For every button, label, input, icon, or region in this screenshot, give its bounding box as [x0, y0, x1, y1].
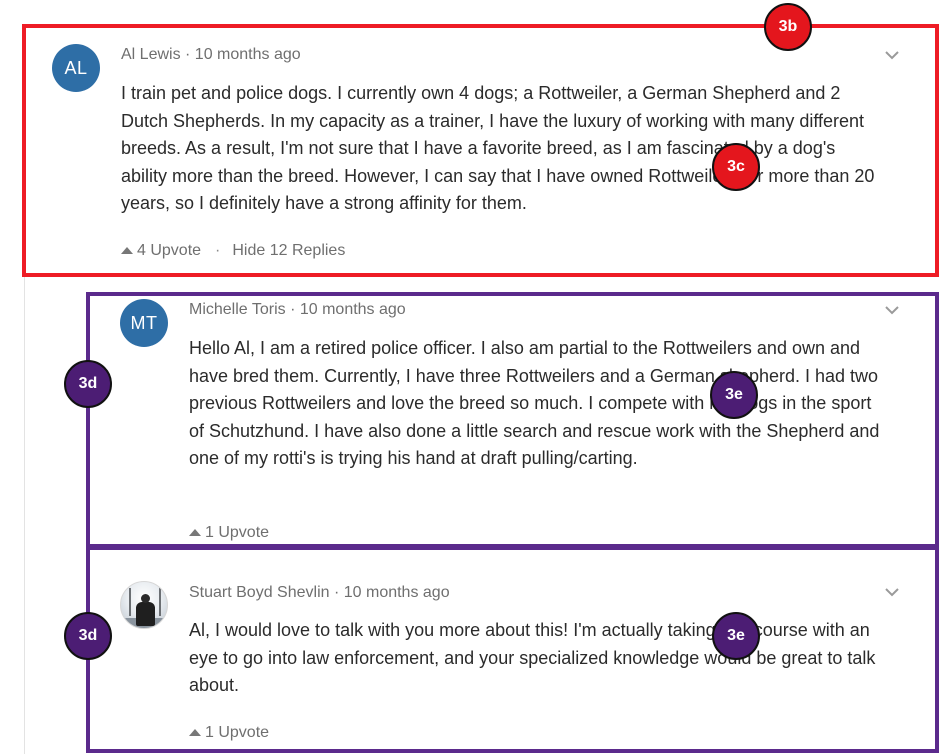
- avatar[interactable]: [120, 581, 168, 629]
- annotation-badge-3d: 3d: [64, 360, 112, 408]
- reply-thread-line: [24, 276, 25, 754]
- annotation-badge-3c: 3c: [712, 143, 760, 191]
- upvote-button[interactable]: 1 Upvote: [205, 724, 269, 742]
- annotation-badge-3b: 3b: [764, 3, 812, 51]
- action-separator: ·: [215, 242, 221, 259]
- upvote-arrow-icon[interactable]: [121, 246, 133, 254]
- annotation-badge-3e: 3e: [712, 612, 760, 660]
- comment-meta: Al Lewis · 10 months ago: [121, 46, 301, 63]
- annotation-badge-3e: 3e: [710, 371, 758, 419]
- comment-actions: 4 Upvote · Hide 12 Replies: [121, 242, 345, 260]
- upvote-button[interactable]: 4 Upvote: [137, 242, 201, 260]
- comment-meta: Michelle Toris · 10 months ago: [189, 301, 406, 318]
- chevron-down-icon[interactable]: [885, 305, 899, 315]
- avatar[interactable]: AL: [52, 44, 100, 92]
- avatar[interactable]: MT: [120, 299, 168, 347]
- hide-replies-button[interactable]: Hide 12 Replies: [232, 242, 345, 260]
- comment-body: I train pet and police dogs. I currently…: [121, 83, 875, 213]
- chevron-down-icon[interactable]: [885, 587, 899, 597]
- upvote-arrow-icon[interactable]: [189, 528, 201, 536]
- chevron-down-icon[interactable]: [885, 50, 899, 60]
- comment-body: Hello Al, I am a retired police officer.…: [189, 338, 880, 468]
- upvote-arrow-icon[interactable]: [189, 728, 201, 736]
- comment-meta: Stuart Boyd Shevlin · 10 months ago: [189, 584, 450, 601]
- comment-actions: 1 Upvote: [189, 524, 269, 542]
- annotation-badge-3d: 3d: [64, 612, 112, 660]
- upvote-button[interactable]: 1 Upvote: [205, 524, 269, 542]
- comment-body: Al, I would love to talk with you more a…: [189, 620, 876, 695]
- comment-actions: 1 Upvote: [189, 724, 269, 742]
